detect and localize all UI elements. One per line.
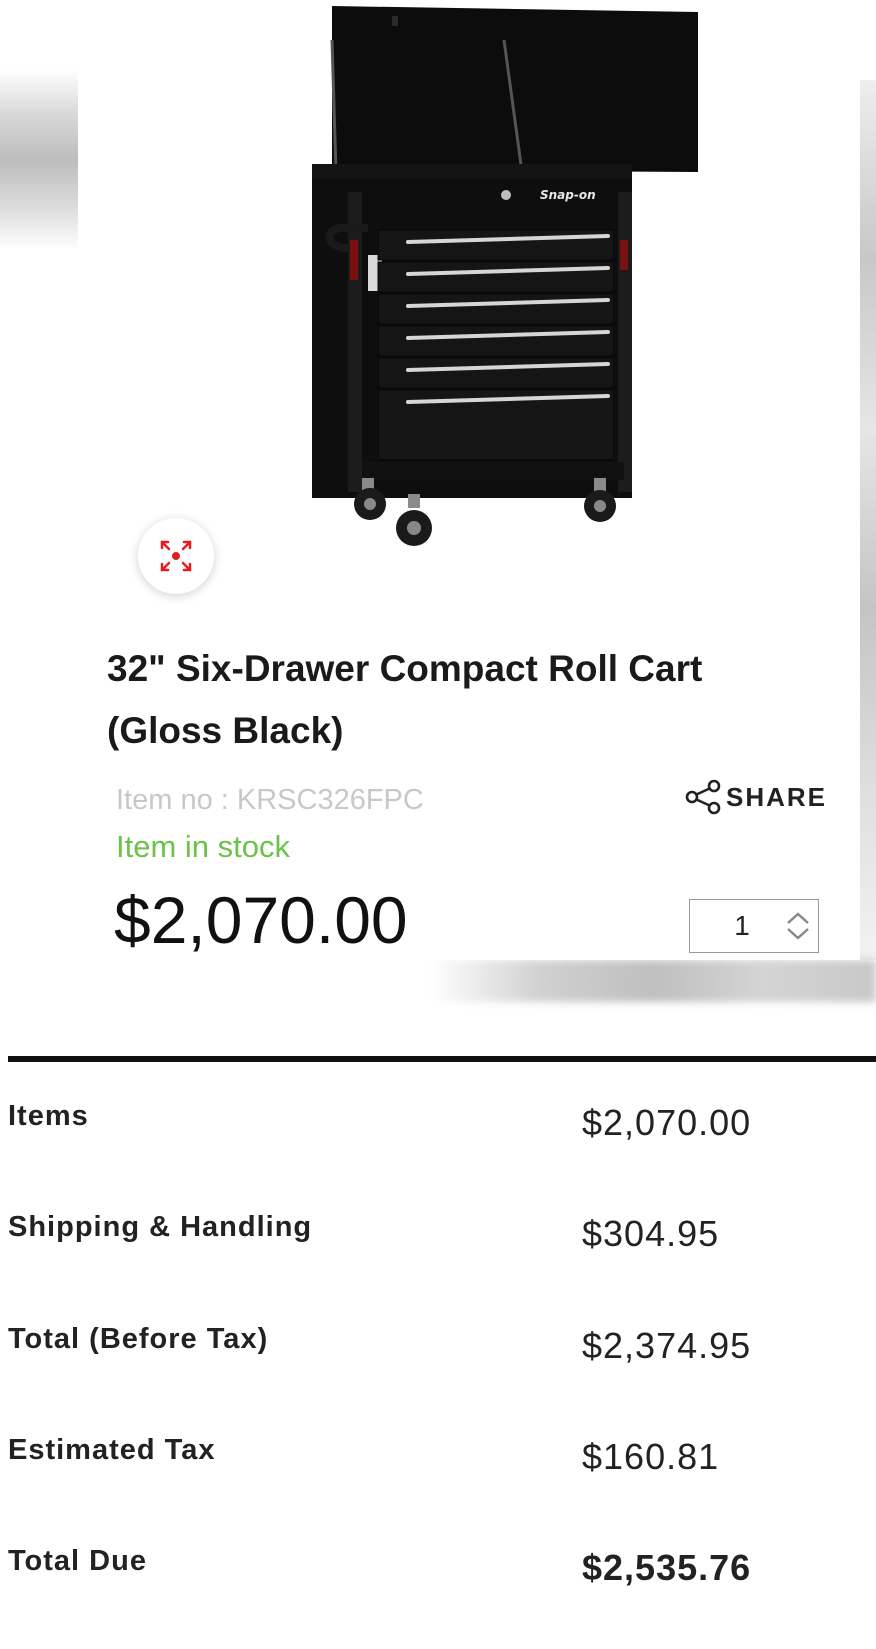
product-price: $2,070.00 <box>114 883 408 957</box>
product-title: 32" Six-Drawer Compact Roll Cart (Gloss … <box>107 648 703 751</box>
share-icon <box>685 779 721 815</box>
product-card: Snap-on 32" Six-Drawer Compact Roll Cart… <box>78 0 860 960</box>
background-blur-right <box>860 80 876 960</box>
chevron-up-icon[interactable] <box>786 911 810 925</box>
summary-label: Total Due <box>8 1545 147 1577</box>
stock-status: Item in stock <box>116 829 290 864</box>
summary-value-total-due: $2,535.76 <box>582 1547 752 1588</box>
summary-value: $160.81 <box>582 1436 720 1477</box>
summary-row-total-due: Total Due $2,535.76 <box>8 1545 876 1605</box>
item-number: Item no : KRSC326FPC <box>116 784 424 816</box>
background-blur-left <box>0 70 78 250</box>
share-button[interactable]: SHARE <box>684 779 827 815</box>
expand-image-button[interactable] <box>138 518 214 594</box>
quantity-value[interactable]: 1 <box>690 910 778 942</box>
summary-row-items: Items $2,070.00 <box>8 1100 876 1160</box>
summary-value: $2,070.00 <box>582 1102 752 1143</box>
summary-divider <box>8 1056 876 1062</box>
summary-label: Items <box>8 1100 89 1132</box>
summary-label: Shipping & Handling <box>8 1211 313 1243</box>
summary-row-estimated-tax: Estimated Tax $160.81 <box>8 1434 876 1494</box>
summary-value: $304.95 <box>582 1213 720 1254</box>
share-label: SHARE <box>726 781 828 812</box>
background-blur-bottom <box>430 960 876 1002</box>
chevron-down-icon[interactable] <box>786 927 810 941</box>
quantity-stepper[interactable]: 1 <box>689 899 819 953</box>
summary-value: $2,374.95 <box>582 1325 752 1366</box>
summary-row-total-before-tax: Total (Before Tax) $2,374.95 <box>8 1323 876 1383</box>
summary-row-shipping: Shipping & Handling $304.95 <box>8 1211 876 1271</box>
summary-label: Estimated Tax <box>8 1434 216 1466</box>
product-image[interactable]: Snap-on <box>278 0 718 570</box>
brand-logo: Snap-on <box>540 188 596 202</box>
expand-icon <box>160 540 192 572</box>
summary-label: Total (Before Tax) <box>8 1323 269 1355</box>
